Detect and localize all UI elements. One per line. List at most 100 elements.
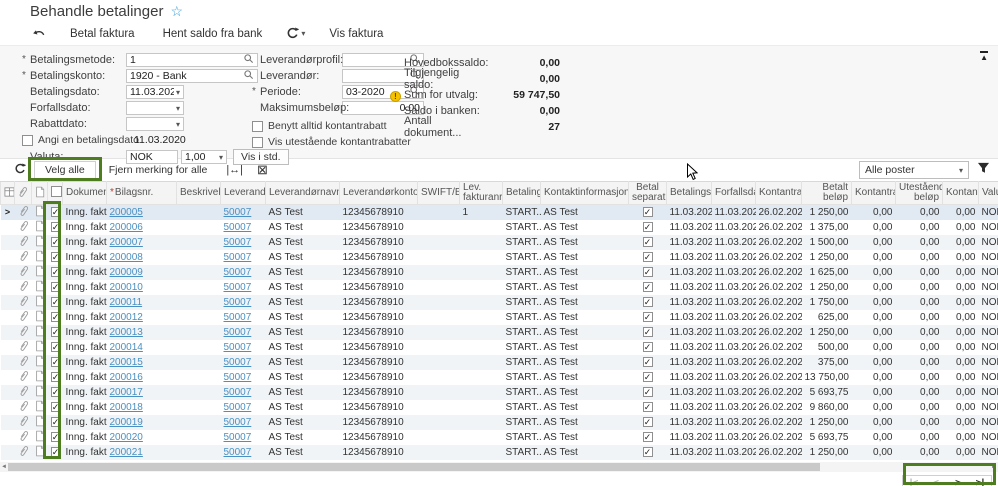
betal-separat-checkbox[interactable]	[643, 327, 653, 337]
leverandor-link[interactable]: 50007	[224, 372, 252, 383]
note-icon[interactable]	[35, 224, 45, 235]
note-icon[interactable]	[35, 359, 45, 370]
bilagsnr-link[interactable]: 200012	[110, 312, 143, 323]
note-icon[interactable]	[35, 374, 45, 385]
table-row[interactable]: Inng. fakt...20000750007AS Test123456789…	[1, 235, 998, 250]
betal-separat-checkbox[interactable]	[643, 372, 653, 382]
note-icon[interactable]	[35, 239, 45, 250]
column-header[interactable]: Dokument	[63, 182, 107, 205]
bilagsnr-link[interactable]: 200006	[110, 222, 143, 233]
table-row[interactable]: Inng. fakt...20001450007AS Test123456789…	[1, 340, 998, 355]
leverandor-link[interactable]: 50007	[224, 252, 252, 263]
column-header[interactable]: Leverandørnavn	[266, 182, 340, 205]
bilagsnr-link[interactable]: 200015	[110, 357, 143, 368]
betal-separat-checkbox[interactable]	[643, 282, 653, 292]
column-header[interactable]	[48, 182, 63, 205]
vis-i-std-button[interactable]: Vis i std.	[233, 149, 289, 165]
row-settings-icon[interactable]	[4, 189, 15, 200]
paperclip-icon[interactable]	[19, 224, 28, 235]
row-select-checkbox[interactable]	[51, 282, 61, 292]
leverandor-link[interactable]: 50007	[224, 267, 252, 278]
row-select-checkbox[interactable]	[51, 297, 61, 307]
note-icon[interactable]	[35, 389, 45, 400]
refresh-icon[interactable]: ▾	[278, 27, 313, 40]
row-select-checkbox[interactable]	[51, 387, 61, 397]
table-row[interactable]: Inng. fakt...20001850007AS Test123456789…	[1, 400, 998, 415]
field-input-1[interactable]: 1920 - Bank	[126, 69, 258, 83]
caret-down-icon[interactable]: ▾	[176, 104, 180, 113]
leverandor-link[interactable]: 50007	[224, 432, 252, 443]
column-header[interactable]: Kontaktinformasjon	[541, 182, 629, 205]
column-header[interactable]: *Bilagsnr.	[107, 182, 177, 205]
paperclip-icon[interactable]	[19, 329, 28, 340]
row-select-checkbox[interactable]	[51, 252, 61, 262]
column-header[interactable]: Leverandør	[221, 182, 266, 205]
note-icon[interactable]	[35, 254, 45, 265]
bilagsnr-link[interactable]: 200013	[110, 327, 143, 338]
betal-separat-checkbox[interactable]	[643, 312, 653, 322]
table-row[interactable]: Inng. fakt...20002150007AS Test123456789…	[1, 445, 998, 460]
bilagsnr-link[interactable]: 200007	[110, 237, 143, 248]
select-all-checkbox[interactable]	[51, 186, 62, 197]
column-header[interactable]: Betalt beløp	[802, 182, 852, 205]
row-select-checkbox[interactable]	[51, 207, 61, 217]
bilagsnr-link[interactable]: 200008	[110, 252, 143, 263]
betal-separat-checkbox[interactable]	[643, 222, 653, 232]
column-header[interactable]	[32, 182, 48, 205]
column-header[interactable]: Kontantra.	[943, 182, 979, 205]
betal-separat-checkbox[interactable]	[643, 267, 653, 277]
note-icon[interactable]	[35, 269, 45, 280]
column-header[interactable]: Betaling	[503, 182, 541, 205]
field-input-3[interactable]: ▾	[126, 101, 184, 115]
filter-select[interactable]: Alle poster ▾	[859, 161, 969, 179]
pager-prev-icon[interactable]: <	[925, 476, 947, 486]
column-header[interactable]: Lev. fakturanr	[460, 182, 503, 205]
leverandor-link[interactable]: 50007	[224, 207, 252, 218]
paperclip-icon[interactable]	[19, 314, 28, 325]
betal-separat-checkbox[interactable]	[643, 252, 653, 262]
undo-icon[interactable]	[24, 28, 54, 40]
bilagsnr-link[interactable]: 200016	[110, 372, 143, 383]
table-row[interactable]: Inng. fakt...20001750007AS Test123456789…	[1, 385, 998, 400]
valuta-code-field[interactable]: NOK	[126, 150, 178, 164]
betal-separat-checkbox[interactable]	[643, 432, 653, 442]
column-header[interactable]: Valuta	[979, 182, 998, 205]
column-header[interactable]: SWIFT/BIC	[418, 182, 460, 205]
scrollbar-thumb[interactable]	[8, 463, 820, 471]
paperclip-icon[interactable]	[19, 404, 28, 415]
table-row[interactable]: Inng. fakt...20001950007AS Test123456789…	[1, 415, 998, 430]
leverandor-link[interactable]: 50007	[224, 342, 252, 353]
paperclip-icon[interactable]	[19, 359, 28, 370]
column-header[interactable]	[15, 182, 32, 205]
bilagsnr-link[interactable]: 200011	[110, 297, 143, 308]
horizontal-scrollbar[interactable]: ◄ ►	[0, 462, 998, 472]
row-select-checkbox[interactable]	[51, 312, 61, 322]
row-select-checkbox[interactable]	[51, 222, 61, 232]
favorite-star-icon[interactable]: ☆	[170, 3, 183, 20]
betal-separat-checkbox[interactable]	[643, 342, 653, 352]
note-icon[interactable]	[35, 209, 45, 220]
leverandor-link[interactable]: 50007	[224, 402, 252, 413]
field-input-2[interactable]: 11.03.2020▾	[126, 85, 184, 99]
leverandor-link[interactable]: 50007	[224, 357, 252, 368]
note-icon[interactable]	[35, 329, 45, 340]
note-icon[interactable]	[35, 314, 45, 325]
paperclip-icon[interactable]	[19, 449, 28, 460]
paperclip-icon[interactable]	[19, 374, 28, 385]
column-header[interactable]: Beskrivelse	[177, 182, 221, 205]
valuta-rate-field[interactable]: 1,00▾	[181, 150, 227, 164]
row-select-checkbox[interactable]	[51, 357, 61, 367]
paperclip-icon[interactable]	[19, 284, 28, 295]
note-icon[interactable]	[35, 284, 45, 295]
table-row[interactable]: Inng. fakt...20001650007AS Test123456789…	[1, 370, 998, 385]
leverandor-link[interactable]: 50007	[224, 222, 252, 233]
note-icon[interactable]	[35, 419, 45, 430]
column-header[interactable]: Utestående beløp	[896, 182, 943, 205]
paperclip-icon[interactable]	[19, 419, 28, 430]
field-input-4[interactable]: ▾	[126, 117, 184, 131]
note-icon[interactable]	[35, 434, 45, 445]
row-select-checkbox[interactable]	[51, 327, 61, 337]
row-select-checkbox[interactable]	[51, 432, 61, 442]
leverandor-link[interactable]: 50007	[224, 237, 252, 248]
betal-separat-checkbox[interactable]	[643, 297, 653, 307]
